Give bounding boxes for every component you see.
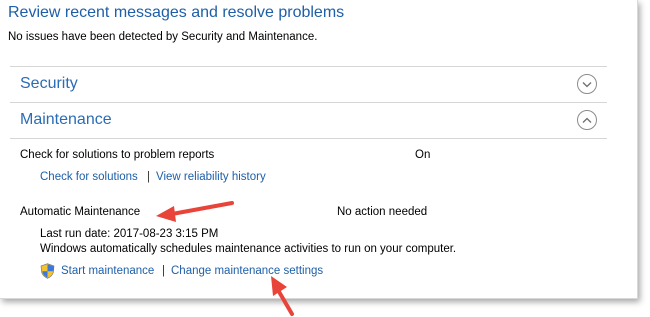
annotation-arrow-icon: [156, 201, 234, 222]
problem-reports-status: On: [415, 149, 431, 161]
section-title-security: Security: [20, 75, 78, 92]
section-maintenance[interactable]: Maintenance: [10, 104, 607, 138]
chevron-up-icon[interactable]: [577, 110, 597, 130]
divider: [10, 102, 607, 103]
view-reliability-history-link[interactable]: View reliability history: [156, 171, 266, 183]
link-separator: |: [147, 171, 150, 183]
problem-reports-label: Check for solutions to problem reports: [20, 149, 215, 161]
divider: [10, 138, 607, 139]
page-subtitle: No issues have been detected by Security…: [8, 31, 318, 43]
uac-shield-icon: [40, 263, 55, 284]
automatic-maintenance-label: Automatic Maintenance: [20, 206, 141, 218]
chevron-down-icon[interactable]: [577, 74, 597, 94]
section-title-maintenance: Maintenance: [20, 111, 112, 128]
section-security[interactable]: Security: [10, 68, 607, 102]
link-separator: |: [162, 265, 165, 277]
check-for-solutions-link[interactable]: Check for solutions: [40, 171, 138, 183]
start-maintenance-link[interactable]: Start maintenance: [61, 265, 154, 277]
annotation-arrow-icon: [271, 276, 294, 316]
divider: [10, 66, 607, 67]
automatic-maintenance-status: No action needed: [337, 206, 428, 218]
page-title: Review recent messages and resolve probl…: [8, 4, 345, 21]
last-run-date: Last run date: 2017-08-23 3:15 PM: [40, 228, 219, 240]
maintenance-description: Windows automatically schedules maintena…: [40, 243, 457, 255]
security-maintenance-panel: Review recent messages and resolve probl…: [0, 0, 638, 299]
